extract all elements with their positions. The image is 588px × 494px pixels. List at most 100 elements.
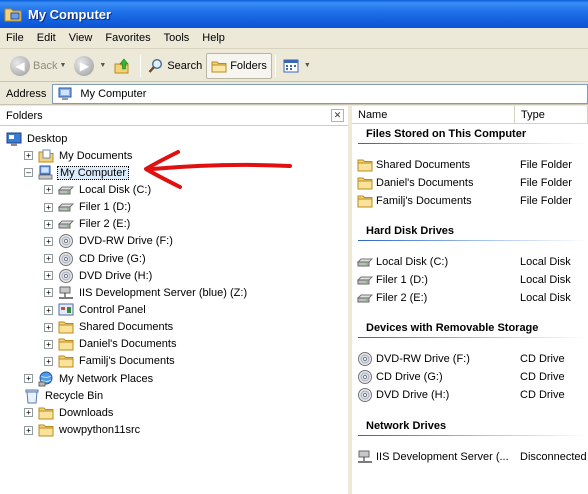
folders-pane-title: Folders bbox=[6, 109, 43, 122]
details-row[interactable]: DVD Drive (H:) CD Drive bbox=[352, 386, 588, 404]
folders-button[interactable]: Folders bbox=[206, 52, 272, 79]
expand-icon[interactable]: + bbox=[44, 356, 53, 366]
tree-item[interactable]: + Familj's Documents bbox=[44, 353, 177, 370]
details-row-name: Local Disk (C:) bbox=[352, 254, 514, 270]
expand-icon[interactable]: + bbox=[44, 305, 53, 315]
folders-icon bbox=[211, 61, 227, 72]
menu-file[interactable]: File bbox=[6, 32, 24, 44]
details-row[interactable]: Filer 1 (D:) Local Disk bbox=[352, 271, 588, 289]
tree-item-label: My Network Places bbox=[59, 372, 154, 385]
column-name[interactable]: Name bbox=[352, 106, 515, 123]
views-button[interactable]: ▼ bbox=[279, 53, 315, 79]
hard-disk-icon bbox=[357, 294, 373, 303]
details-row[interactable]: Shared Documents File Folder bbox=[352, 156, 588, 174]
tree-item[interactable]: + Filer 2 (E:) bbox=[44, 216, 132, 233]
address-label: Address bbox=[6, 87, 47, 100]
tree-item[interactable]: + Filer 1 (D:) bbox=[44, 199, 133, 216]
expand-icon[interactable]: + bbox=[24, 374, 33, 384]
tree-item[interactable]: Desktop bbox=[6, 130, 69, 147]
tree-item-label: IIS Development Server (blue) (Z:) bbox=[79, 286, 248, 299]
tree-item[interactable]: + DVD Drive (H:) bbox=[44, 267, 154, 284]
tree-item-label: Downloads bbox=[59, 406, 114, 419]
tree-item[interactable]: + IIS Development Server (blue) (Z:) bbox=[44, 284, 249, 301]
control-panel-icon bbox=[58, 303, 74, 316]
address-field[interactable]: My Computer bbox=[52, 83, 588, 104]
expand-icon[interactable]: + bbox=[24, 425, 33, 435]
details-row[interactable]: Daniel's Documents File Folder bbox=[352, 174, 588, 192]
details-row-name: Familj's Documents bbox=[352, 193, 514, 209]
folder-icon bbox=[357, 195, 373, 208]
item-name: Filer 1 (D:) bbox=[376, 274, 428, 286]
expand-icon[interactable]: + bbox=[44, 288, 53, 298]
expand-icon[interactable]: + bbox=[44, 185, 53, 195]
back-arrow-icon: ◀ bbox=[10, 55, 30, 76]
item-name: Daniel's Documents bbox=[376, 177, 474, 189]
details-row[interactable]: Filer 2 (E:) Local Disk bbox=[352, 289, 588, 307]
details-group: Files Stored on This Computer Shared Docu… bbox=[352, 126, 588, 208]
expand-icon[interactable]: + bbox=[24, 408, 33, 418]
group-title: Hard Disk Drives bbox=[366, 225, 455, 237]
toolbar-separator bbox=[140, 54, 142, 77]
tree-item[interactable]: – My Computer bbox=[24, 164, 130, 181]
network-drive-icon bbox=[358, 450, 372, 463]
item-type: File Folder bbox=[520, 195, 572, 207]
hard-disk-icon bbox=[58, 186, 74, 195]
expand-icon[interactable]: + bbox=[44, 236, 53, 246]
tree-item[interactable]: + CD Drive (G:) bbox=[44, 250, 148, 267]
details-row-name: Shared Documents bbox=[352, 157, 514, 173]
folders-pane-header: Folders ✕ bbox=[0, 106, 348, 126]
menu-help[interactable]: Help bbox=[202, 32, 225, 44]
back-button[interactable]: ◀ Back ▼ bbox=[6, 53, 70, 79]
expand-icon[interactable]: + bbox=[44, 254, 53, 264]
tree-item[interactable]: Recycle Bin bbox=[24, 387, 105, 404]
tree-item-label: CD Drive (G:) bbox=[79, 252, 146, 265]
item-type: Disconnected bbox=[520, 451, 587, 463]
details-row[interactable]: CD Drive (G:) CD Drive bbox=[352, 368, 588, 386]
up-button[interactable] bbox=[110, 53, 137, 79]
red-arrow-annotation bbox=[144, 150, 292, 189]
forward-dropdown-icon[interactable]: ▼ bbox=[99, 62, 106, 69]
cd-drive-icon bbox=[358, 370, 372, 384]
details-row[interactable]: DVD-RW Drive (F:) CD Drive bbox=[352, 350, 588, 368]
tree-item-label: wowpython11src bbox=[59, 424, 141, 437]
tree-item[interactable]: + My Network Places bbox=[24, 370, 155, 387]
collapse-icon[interactable]: – bbox=[24, 168, 33, 178]
tree-item[interactable]: + Local Disk (C:) bbox=[44, 181, 153, 198]
tree-item[interactable]: + Control Panel bbox=[44, 302, 148, 319]
toolbar-separator bbox=[274, 54, 276, 77]
expand-icon[interactable]: + bbox=[44, 322, 53, 332]
forward-button[interactable]: ▶ ▼ bbox=[70, 53, 110, 79]
tree-item[interactable]: + My Documents bbox=[24, 147, 134, 164]
tree-item[interactable]: + Downloads bbox=[24, 404, 115, 421]
details-row[interactable]: Local Disk (C:) Local Disk bbox=[352, 253, 588, 271]
expand-icon[interactable]: + bbox=[44, 271, 53, 281]
details-group: Hard Disk Drives Local Disk (C:) Local Dis… bbox=[352, 223, 588, 304]
tree-item[interactable]: + wowpython11src bbox=[24, 422, 142, 439]
group-divider bbox=[358, 435, 588, 436]
item-type: CD Drive bbox=[520, 353, 565, 365]
tree-item[interactable]: + Shared Documents bbox=[44, 319, 175, 336]
search-button[interactable]: Search bbox=[144, 53, 206, 79]
column-type[interactable]: Type bbox=[515, 106, 588, 123]
details-row-name: DVD Drive (H:) bbox=[352, 387, 514, 403]
close-icon[interactable]: ✕ bbox=[331, 109, 344, 122]
tree-item[interactable]: + Daniel's Documents bbox=[44, 336, 178, 353]
tree-item-label: My Computer bbox=[57, 165, 130, 180]
expand-icon[interactable]: + bbox=[24, 151, 33, 161]
menu-favorites[interactable]: Favorites bbox=[105, 32, 150, 44]
expand-icon[interactable]: + bbox=[44, 339, 53, 349]
menu-view[interactable]: View bbox=[69, 32, 93, 44]
menu-tools[interactable]: Tools bbox=[164, 32, 190, 44]
tree-item[interactable]: + DVD-RW Drive (F:) bbox=[44, 233, 175, 250]
details-row[interactable]: Familj's Documents File Folder bbox=[352, 192, 588, 210]
folder-icon bbox=[357, 159, 373, 172]
back-dropdown-icon[interactable]: ▼ bbox=[59, 62, 66, 69]
expand-icon[interactable]: + bbox=[44, 202, 53, 212]
tree-item-label: Filer 1 (D:) bbox=[79, 201, 131, 214]
expand-icon[interactable]: + bbox=[44, 219, 53, 229]
title-bar[interactable]: My Computer bbox=[0, 0, 588, 28]
search-icon bbox=[148, 58, 163, 73]
item-name: Local Disk (C:) bbox=[376, 256, 449, 268]
menu-edit[interactable]: Edit bbox=[37, 32, 56, 44]
details-row[interactable]: IIS Development Server (... Disconnected bbox=[352, 448, 588, 466]
